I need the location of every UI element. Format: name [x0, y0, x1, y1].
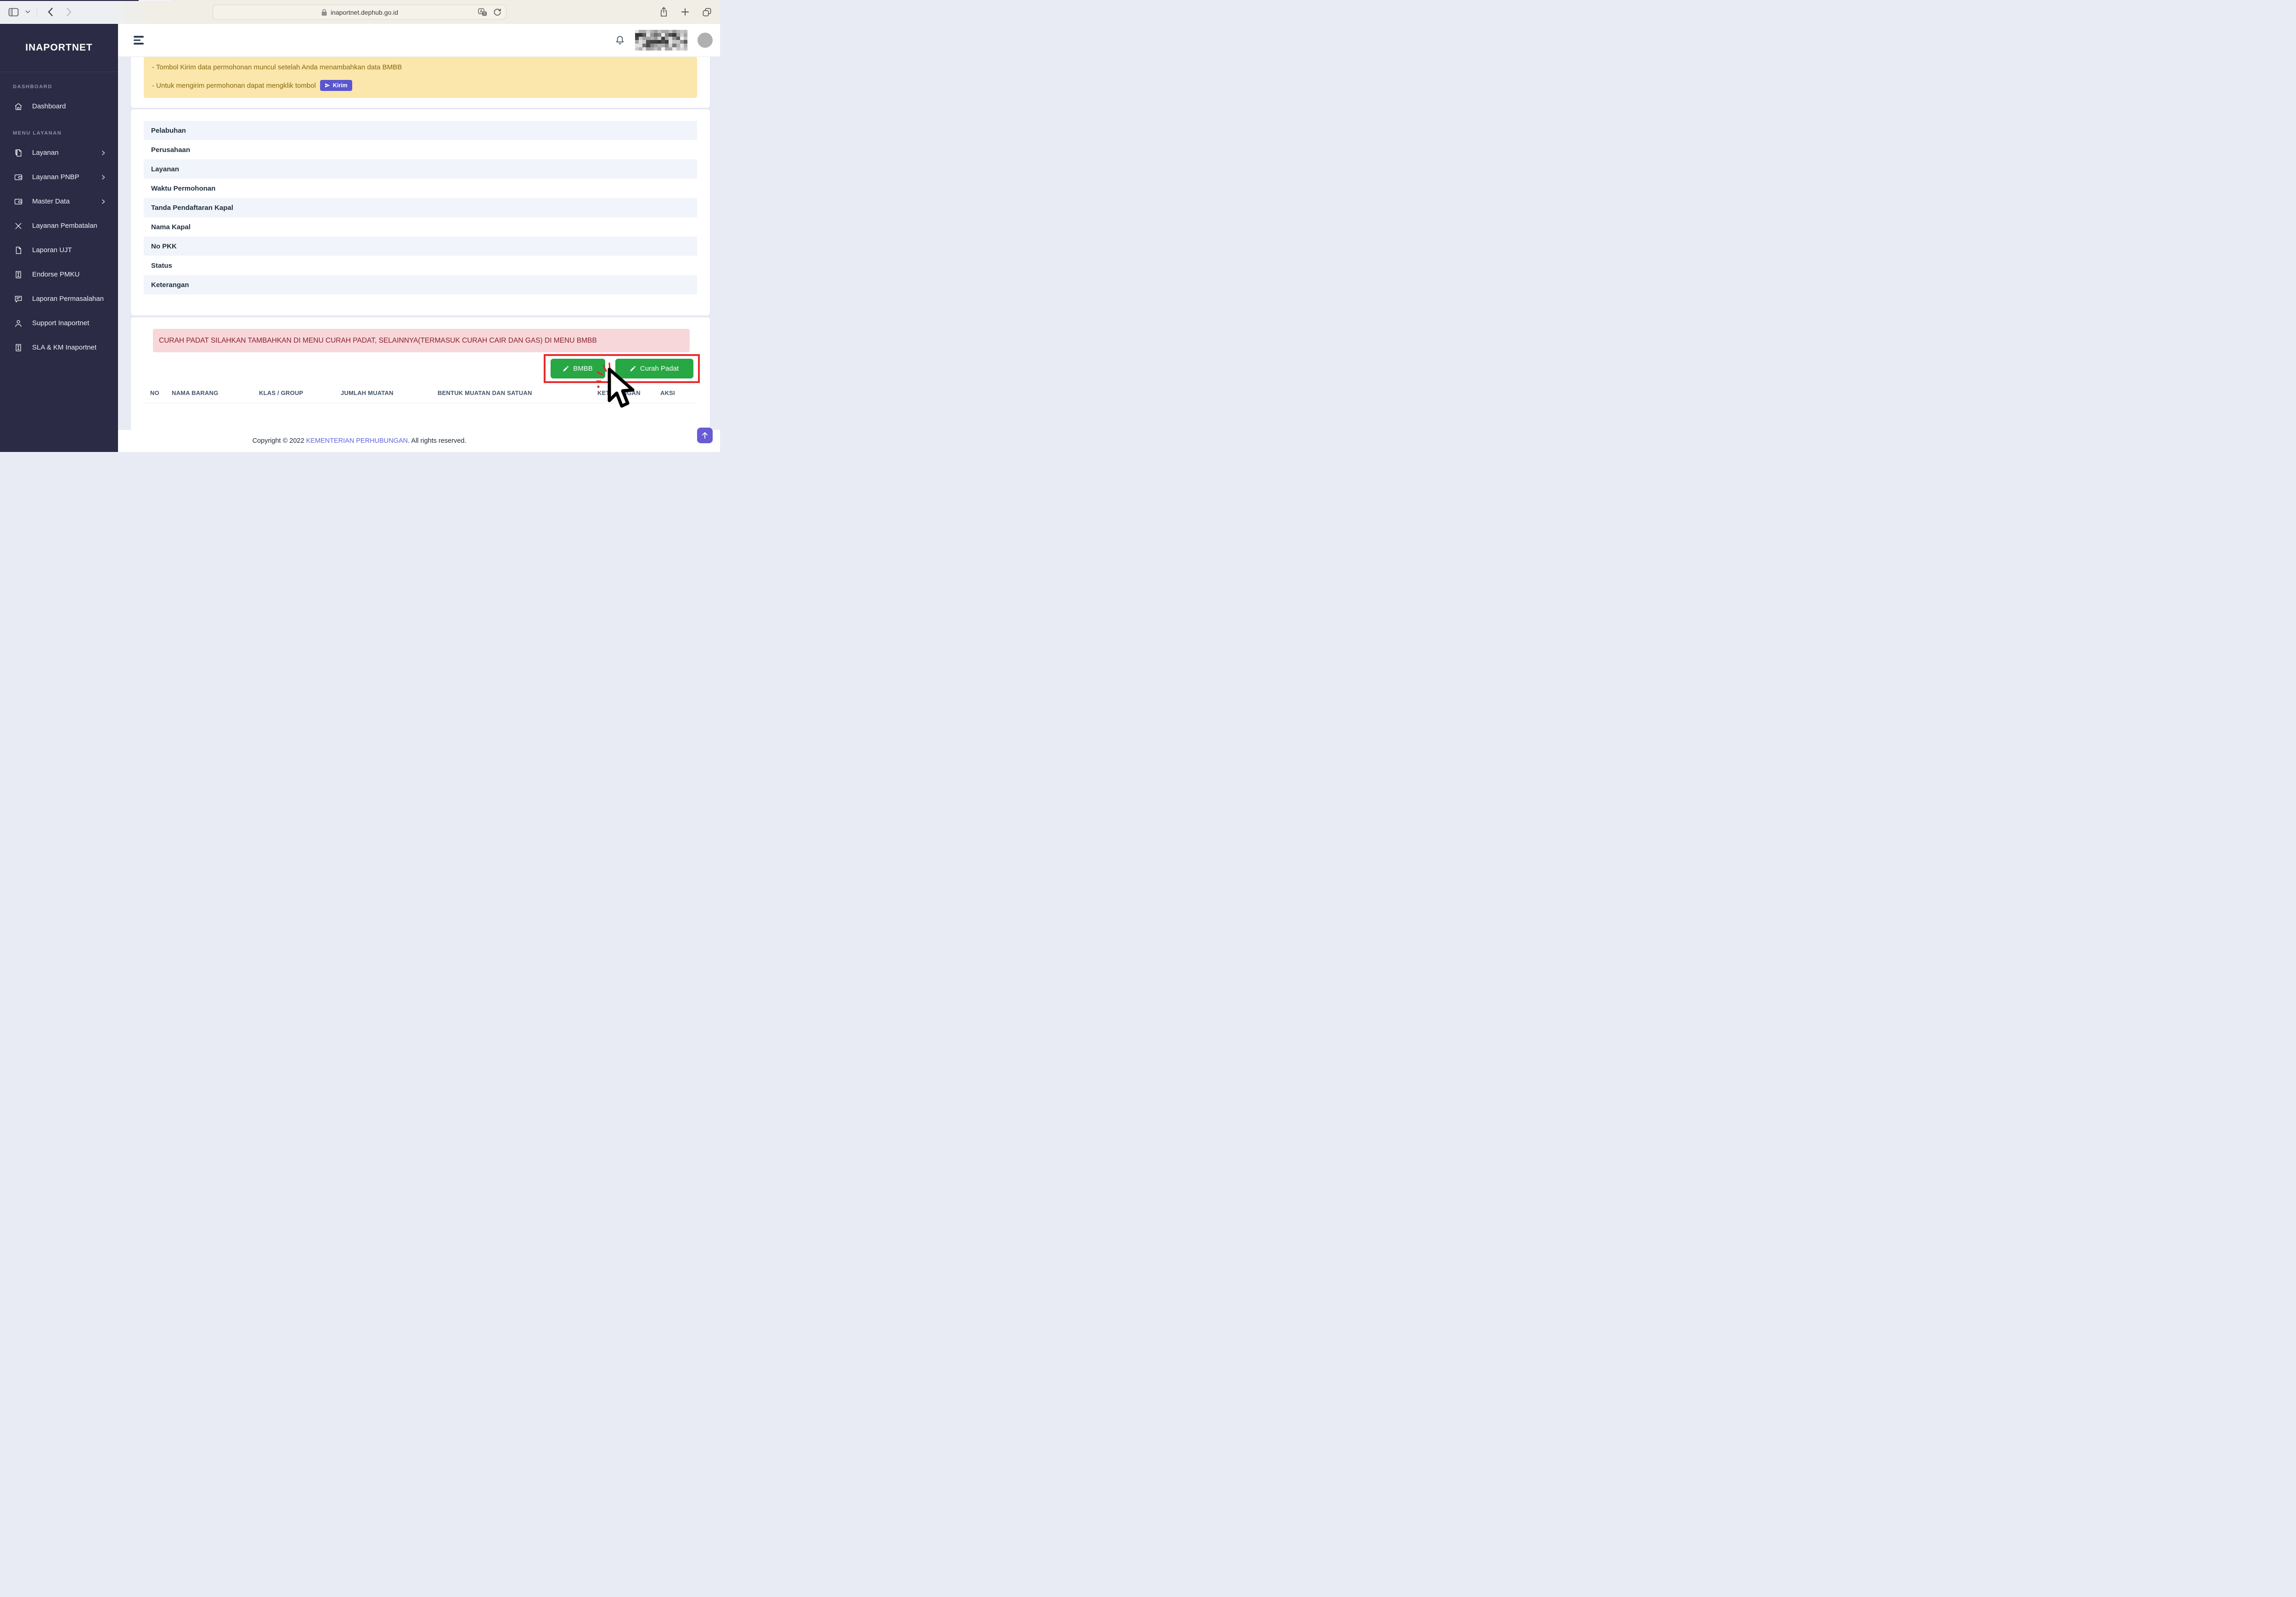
detail-row-status: Status [151, 261, 172, 270]
chevron-down-icon[interactable] [24, 9, 31, 15]
sidebar-item-dashboard[interactable]: Dashboard [0, 94, 118, 119]
sidebar-toggle-icon[interactable] [7, 7, 20, 17]
curah-padat-button[interactable]: Curah Padat [615, 359, 693, 378]
detail-row-keterangan: Keterangan [144, 275, 697, 294]
box-icon [14, 270, 23, 279]
sidebar-item-label: Laporan UJT [32, 246, 72, 254]
page-content: - Tombol Kirim data permohonan muncul se… [118, 57, 720, 430]
home-icon [14, 102, 23, 111]
sidebar: INAPORTNET DASHBOARD Dashboard MENU LAYA… [0, 24, 118, 452]
sidebar-item-label: Support Inaportnet [32, 319, 90, 327]
sidebar-item-label: Master Data [32, 198, 70, 205]
document-pencil-icon [14, 148, 23, 158]
column-bentuk-muatan-dan-satuan: BENTUK MUATAN DAN SATUAN [438, 389, 532, 396]
sidebar-item-label: Laporan Permasalahan [32, 295, 104, 303]
detail-row-nama-kapal: Nama Kapal [151, 223, 191, 231]
notification-bell-icon[interactable] [615, 35, 625, 46]
curah-padat-label: Curah Padat [640, 365, 679, 372]
url-bar[interactable]: inaportnet.dephub.go.id A文 [213, 5, 506, 20]
tab-overview-icon[interactable] [701, 6, 713, 18]
new-tab-icon[interactable] [680, 7, 690, 17]
column-klas-group: KLAS / GROUP [259, 389, 304, 396]
sidebar-item-layanan-pnbp[interactable]: Layanan PNBP [0, 165, 118, 189]
sidebar-section-menu-layanan: MENU LAYANAN [13, 130, 62, 136]
person-icon [14, 319, 23, 328]
detail-row-no-pkk: No PKK [144, 237, 697, 256]
notice-card: - Tombol Kirim data permohonan muncul se… [131, 57, 710, 108]
translate-icon[interactable]: A文 [477, 7, 488, 17]
sidebar-item-label: Layanan Pembatalan [32, 222, 97, 230]
chevron-right-icon [101, 175, 106, 180]
box-icon [14, 343, 23, 352]
pencil-icon [630, 366, 636, 372]
cargo-card: CURAH PADAT SILAHKAN TAMBAHKAN DI MENU C… [131, 317, 710, 430]
detail-row-waktu-permohonan: Waktu Permohonan [151, 184, 216, 192]
notice-line1: - Tombol Kirim data permohonan muncul se… [152, 63, 402, 71]
footer: Copyright © 2022 KEMENTERIAN PERHUBUNGAN… [118, 430, 720, 452]
footer-copyright: Copyright © 2022 [252, 437, 306, 445]
sidebar-item-laporan-ujt[interactable]: Laporan UJT [0, 238, 118, 262]
kirim-button[interactable]: Kirim [320, 80, 352, 91]
scroll-to-top-button[interactable] [697, 428, 713, 443]
footer-link-kementerian-perhubungan[interactable]: KEMENTERIAN PERHUBUNGAN [306, 437, 408, 445]
bmbb-button[interactable]: BMBB [550, 359, 605, 378]
wallet-icon [14, 173, 23, 182]
sidebar-section-dashboard: DASHBOARD [13, 84, 52, 90]
x-icon [14, 221, 23, 231]
detail-row-pelabuhan: Pelabuhan [144, 121, 697, 140]
redacted-username [635, 29, 687, 51]
sidebar-item-label: Dashboard [32, 102, 66, 110]
reload-icon[interactable] [493, 7, 502, 17]
detail-row-perusahaan: Perusahaan [151, 146, 191, 154]
sidebar-item-laporan-permasalahan[interactable]: Laporan Permasalahan [0, 287, 118, 311]
column-jumlah-muatan: JUMLAH MUATAN [341, 389, 394, 396]
share-icon[interactable] [658, 6, 669, 18]
app-logo: INAPORTNET [0, 24, 118, 72]
sidebar-item-layanan-pembatalan[interactable]: Layanan Pembatalan [0, 214, 118, 238]
column-keterangan: KETERANGAN [597, 389, 641, 396]
detail-row-tanda-pendaftaran-kapal: Tanda Pendaftaran Kapal [144, 198, 697, 217]
sidebar-item-label: Layanan PNBP [32, 173, 79, 181]
pencil-icon [563, 366, 569, 372]
detail-row-layanan: Layanan [144, 159, 697, 179]
sidebar-item-label: Endorse PMKU [32, 271, 80, 278]
notice-alert: - Tombol Kirim data permohonan muncul se… [144, 57, 697, 98]
footer-rights: . All rights reserved. [408, 437, 467, 445]
chat-icon [14, 294, 23, 304]
main-area: - Tombol Kirim data permohonan muncul se… [118, 24, 720, 452]
cargo-table-header: NO NAMA BARANG KLAS / GROUP JUMLAH MUATA… [144, 383, 697, 403]
notice-line2: - Untuk mengirim permohonan dapat mengkl… [152, 81, 316, 90]
hamburger-menu-icon[interactable] [134, 36, 144, 45]
paper-plane-icon [325, 83, 330, 88]
chevron-right-icon [101, 150, 106, 156]
bmbb-label: BMBB [573, 365, 593, 372]
window-top-edge [0, 0, 720, 1]
avatar[interactable] [698, 33, 713, 48]
sidebar-item-support-inaportnet[interactable]: Support Inaportnet [0, 311, 118, 335]
file-icon [14, 246, 23, 255]
top-header [118, 24, 720, 57]
url-text: inaportnet.dephub.go.id [330, 8, 399, 16]
sidebar-item-sla-km-inaportnet[interactable]: SLA & KM Inaportnet [0, 335, 118, 360]
chevron-right-icon [101, 199, 106, 204]
wallet-icon [14, 197, 23, 206]
sidebar-item-label: Layanan [32, 149, 59, 157]
sidebar-item-label: SLA & KM Inaportnet [32, 344, 97, 351]
sidebar-item-master-data[interactable]: Master Data [0, 189, 118, 214]
browser-chrome: inaportnet.dephub.go.id A文 [0, 0, 720, 24]
column-no: NO [150, 389, 159, 396]
kirim-label: Kirim [332, 82, 348, 89]
cargo-alert: CURAH PADAT SILAHKAN TAMBAHKAN DI MENU C… [153, 329, 690, 352]
column-nama-barang: NAMA BARANG [172, 389, 219, 396]
detail-card: Pelabuhan Perusahaan Layanan Waktu Permo… [131, 109, 710, 316]
svg-text:文: 文 [483, 11, 486, 16]
back-button[interactable] [46, 6, 54, 17]
sidebar-item-endorse-pmku[interactable]: Endorse PMKU [0, 262, 118, 287]
column-aksi: AKSI [660, 389, 675, 396]
forward-button[interactable] [65, 6, 73, 17]
sidebar-item-layanan[interactable]: Layanan [0, 141, 118, 165]
lock-icon [321, 9, 327, 16]
highlight-red-box: BMBB Curah Padat [544, 354, 700, 383]
